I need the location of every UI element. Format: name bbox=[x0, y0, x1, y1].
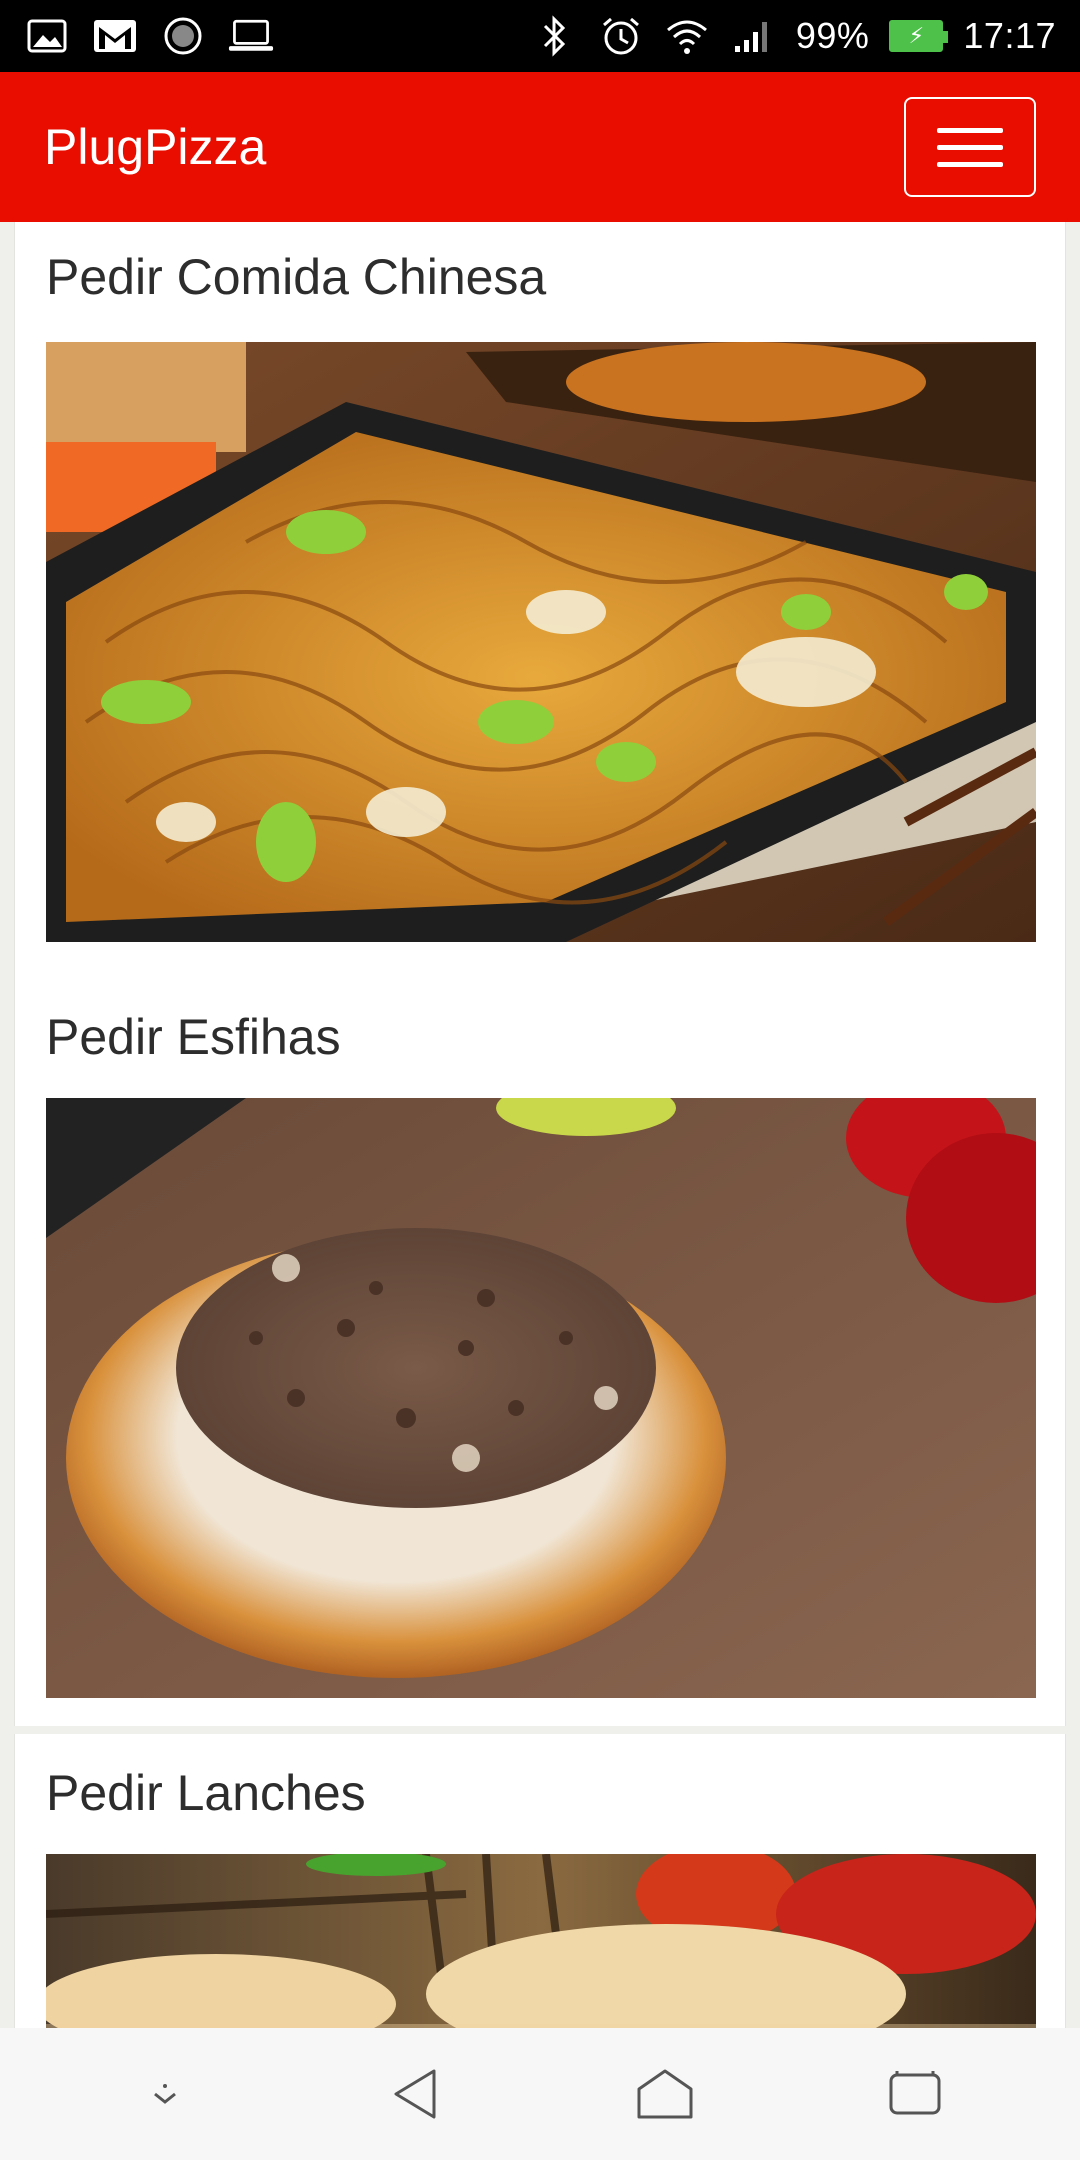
card-lanches[interactable]: Pedir Lanches bbox=[14, 1734, 1066, 2028]
card-esfihas[interactable]: Pedir Esfihas bbox=[14, 978, 1066, 1726]
laptop-icon bbox=[228, 13, 274, 59]
recents-icon[interactable] bbox=[870, 2049, 960, 2139]
status-right: 99% ⚡ 17:17 bbox=[532, 13, 1056, 59]
status-bar: 99% ⚡ 17:17 bbox=[0, 0, 1080, 72]
alarm-icon bbox=[598, 13, 644, 59]
wifi-icon bbox=[664, 13, 710, 59]
loading-icon bbox=[160, 13, 206, 59]
back-icon[interactable] bbox=[370, 2049, 460, 2139]
card-title[interactable]: Pedir Esfihas bbox=[46, 1008, 341, 1066]
gmail-icon bbox=[92, 13, 138, 59]
signal-icon bbox=[730, 13, 776, 59]
content-list[interactable]: Pedir Comida Chinesa Pedir Esfihas Pedir… bbox=[0, 222, 1080, 2028]
clock: 17:17 bbox=[963, 15, 1056, 56]
battery-percent: 99% bbox=[795, 15, 870, 56]
app-bar: PlugPizza bbox=[0, 72, 1080, 222]
system-nav-bar bbox=[0, 2028, 1080, 2160]
app-title[interactable]: PlugPizza bbox=[44, 118, 266, 176]
hamburger-icon bbox=[937, 127, 1003, 133]
card-title[interactable]: Pedir Lanches bbox=[46, 1764, 366, 1822]
bluetooth-icon bbox=[532, 13, 578, 59]
card-title[interactable]: Pedir Comida Chinesa bbox=[46, 248, 546, 306]
home-icon[interactable] bbox=[620, 2049, 710, 2139]
hamburger-menu-button[interactable] bbox=[904, 97, 1036, 197]
esfiha-image[interactable] bbox=[46, 1098, 1036, 1698]
burger-image[interactable] bbox=[46, 1854, 1036, 2028]
gallery-icon bbox=[24, 13, 70, 59]
chinese-noodles-image[interactable] bbox=[46, 342, 1036, 942]
notification-pull-icon[interactable] bbox=[120, 2049, 210, 2139]
status-left bbox=[24, 13, 274, 59]
battery-icon: ⚡ bbox=[889, 20, 949, 52]
